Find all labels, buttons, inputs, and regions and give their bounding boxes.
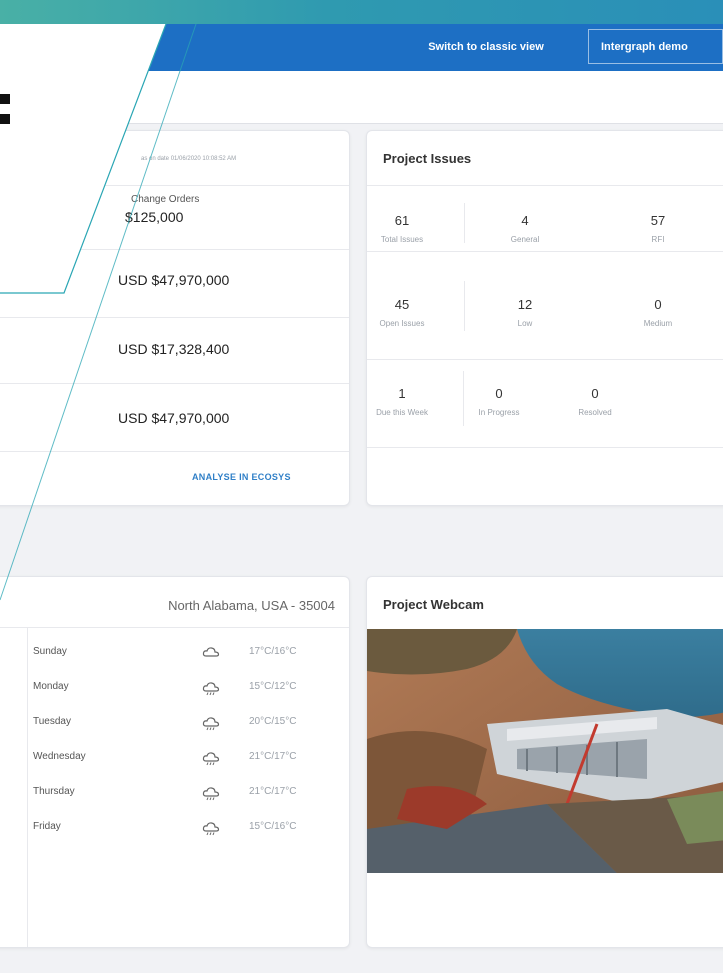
rain-cloud-icon bbox=[202, 752, 220, 766]
change-orders-value: $125,000 bbox=[125, 209, 184, 225]
forecast-row-tuesday: Tuesday 20°C/15°C bbox=[33, 713, 329, 733]
issue-open-label: Open Issues bbox=[379, 319, 425, 328]
forecast-temperature: 21°C/17°C bbox=[249, 786, 297, 797]
budget-timestamp: as on date 01/06/2020 10:08:52 AM bbox=[141, 156, 236, 162]
issue-in-progress-count: 0 bbox=[495, 386, 503, 401]
forecast-temperature: 15°C/12°C bbox=[249, 681, 297, 692]
budget-card: as on date 01/06/2020 10:08:52 AM Change… bbox=[0, 130, 350, 506]
top-gradient-strip bbox=[0, 0, 723, 24]
forecast-day: Monday bbox=[33, 681, 69, 692]
issue-general-label: General bbox=[510, 235, 540, 244]
issue-open[interactable]: 45 Open Issues bbox=[367, 297, 447, 328]
forecast-row-friday: Friday 15°C/16°C bbox=[33, 818, 329, 838]
forecast-day: Tuesday bbox=[33, 716, 71, 727]
issue-in-progress-label: In Progress bbox=[478, 408, 520, 417]
issue-low-count: 12 bbox=[517, 297, 533, 312]
issue-due-label: Due this Week bbox=[376, 408, 428, 417]
rain-cloud-icon bbox=[202, 682, 220, 696]
forecast-day: Wednesday bbox=[33, 751, 86, 762]
issue-rfi-count: 57 bbox=[650, 213, 666, 228]
budget-value-2: USD $17,328,400 bbox=[118, 341, 230, 357]
issue-due-this-week[interactable]: 1 Due this Week bbox=[367, 386, 447, 417]
issue-medium-count: 0 bbox=[654, 297, 662, 312]
issue-total-label: Total Issues bbox=[380, 235, 424, 244]
issue-general-count: 4 bbox=[521, 213, 529, 228]
issue-total[interactable]: 61 Total Issues bbox=[367, 213, 447, 244]
forecast-row-thursday: Thursday 21°C/17°C bbox=[33, 783, 329, 803]
rain-cloud-icon bbox=[202, 717, 220, 731]
issue-low[interactable]: 12 Low bbox=[480, 297, 570, 328]
forecast-temperature: 17°C/16°C bbox=[249, 646, 297, 657]
weather-card: North Alabama, USA - 35004 Sunday 17°C/16… bbox=[0, 576, 350, 948]
issue-resolved-count: 0 bbox=[591, 386, 599, 401]
timestamp-value: 01/06/2020 10:08:52 AM bbox=[170, 156, 237, 162]
forecast-day: Thursday bbox=[33, 786, 75, 797]
issue-in-progress[interactable]: 0 In Progress bbox=[454, 386, 544, 417]
issue-low-label: Low bbox=[517, 319, 533, 328]
weather-divider bbox=[27, 627, 28, 947]
budget-value-1: USD $47,970,000 bbox=[118, 272, 230, 288]
forecast-temperature: 21°C/17°C bbox=[249, 751, 297, 762]
analyse-in-ecosys-link[interactable]: ANALYSE IN ECOSYS bbox=[192, 472, 291, 482]
issue-resolved-label: Resolved bbox=[578, 408, 612, 417]
issue-due-count: 1 bbox=[398, 386, 406, 401]
project-webcam-title: Project Webcam bbox=[383, 597, 484, 612]
issue-rfi-label: RFI bbox=[651, 235, 665, 244]
issue-general[interactable]: 4 General bbox=[480, 213, 570, 244]
issue-divider bbox=[463, 371, 464, 426]
issue-open-count: 45 bbox=[394, 297, 410, 312]
forecast-day: Friday bbox=[33, 821, 61, 832]
forecast-temperature: 15°C/16°C bbox=[249, 821, 297, 832]
budget-value-3: USD $47,970,000 bbox=[118, 410, 230, 426]
forecast-row-monday: Monday 15°C/12°C bbox=[33, 678, 329, 698]
project-webcam-card: Project Webcam bbox=[366, 576, 723, 948]
forecast-day: Sunday bbox=[33, 646, 67, 657]
timestamp-prefix: as on date bbox=[141, 156, 170, 162]
project-issues-card: Project Issues 61 Total Issues 4 General… bbox=[366, 130, 723, 506]
change-orders-label: Change Orders bbox=[131, 194, 200, 205]
issue-rfi[interactable]: 57 RFI bbox=[613, 213, 703, 244]
page-subheader bbox=[0, 71, 723, 124]
switch-classic-view-button[interactable]: Switch to classic view bbox=[392, 34, 580, 60]
project-issues-title: Project Issues bbox=[383, 151, 472, 166]
cloud-icon bbox=[202, 647, 220, 657]
forecast-row-wednesday: Wednesday 21°C/17°C bbox=[33, 748, 329, 768]
account-menu-button[interactable]: Intergraph demo bbox=[588, 29, 723, 64]
issue-divider bbox=[464, 281, 465, 331]
webcam-image[interactable] bbox=[367, 629, 723, 873]
issue-total-count: 61 bbox=[394, 213, 410, 228]
forecast-temperature: 20°C/15°C bbox=[249, 716, 297, 727]
rain-cloud-icon bbox=[202, 787, 220, 801]
issue-medium[interactable]: 0 Medium bbox=[613, 297, 703, 328]
forecast-row-sunday: Sunday 17°C/16°C bbox=[33, 643, 329, 663]
rain-cloud-icon bbox=[202, 822, 220, 836]
weather-location: North Alabama, USA - 35004 bbox=[168, 598, 335, 613]
issue-divider bbox=[464, 203, 465, 243]
issue-resolved[interactable]: 0 Resolved bbox=[550, 386, 640, 417]
issue-medium-label: Medium bbox=[643, 319, 673, 328]
